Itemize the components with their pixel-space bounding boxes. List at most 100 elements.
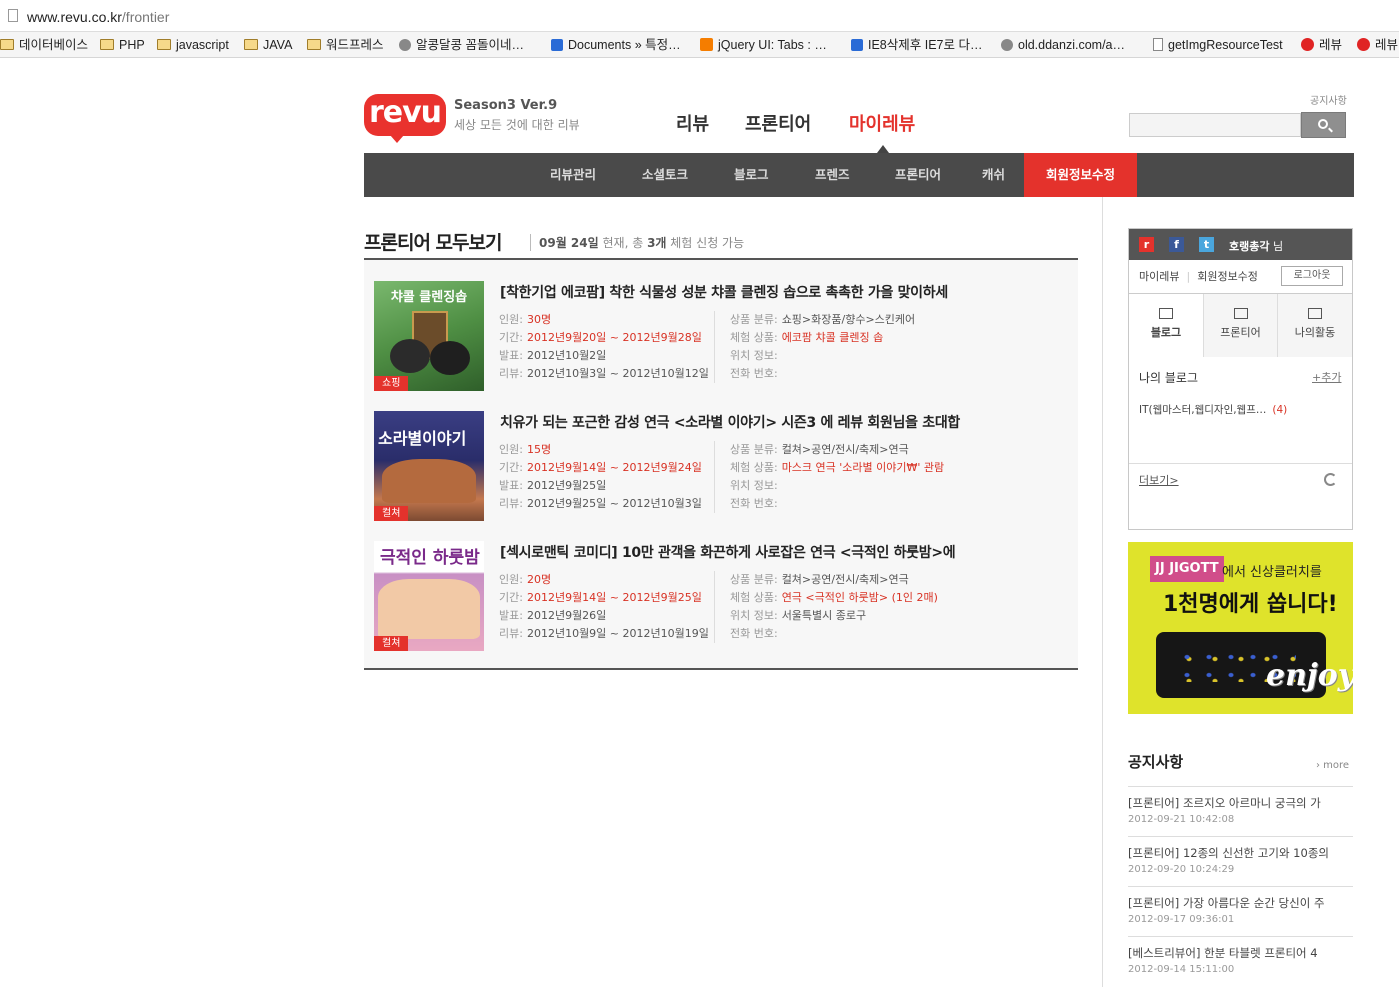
logout-button[interactable]: 로그아웃: [1281, 266, 1343, 286]
tab-frontier[interactable]: 프론티어: [1203, 294, 1277, 357]
bookmarks-bar: 데이터베이스 PHP javascript JAVA 워드프레스 알콩달콩 꼼돌…: [0, 32, 1399, 58]
subnav-blog[interactable]: 블로그: [734, 153, 769, 197]
revu-icon: [1301, 38, 1314, 52]
item-details-left: 인원: 20명 기간: 2012년9월14일 ~ 2012년9월25일 발표: 201…: [499, 571, 715, 643]
bookmark-item[interactable]: 레뷰: [1301, 36, 1342, 54]
tab-my-activity[interactable]: 나의활동: [1277, 294, 1352, 357]
bookmark-item[interactable]: IE8삭제후 IE7로 다…: [851, 36, 982, 54]
add-blog-button[interactable]: +추가: [1312, 369, 1341, 385]
page-subtitle: 09월 24일 현재, 총 3개 체험 신청 가능: [530, 234, 744, 251]
site-icon: [851, 38, 863, 51]
bookmark-item[interactable]: PHP: [100, 36, 145, 54]
bookmark-item[interactable]: getImgResourceTest: [1153, 36, 1283, 54]
frontier-item: 소라별이야기 컬쳐 치유가 되는 포근한 감성 연극 <소라별 이야기> 시즌3…: [364, 390, 1078, 521]
item-details-right: 상품 분류: 컬쳐>공연/전시/축제>연극 체험 상품: 마스크 연극 '소라별 이…: [730, 443, 945, 510]
bookmark-item[interactable]: JAVA: [244, 36, 292, 54]
subnav-review-manage[interactable]: 리뷰관리: [550, 153, 596, 197]
blogger-icon: [700, 38, 713, 52]
folder-icon: [157, 39, 171, 51]
notice-item[interactable]: [프론티어] 가장 아름다운 순간 당신이 주 2012-09-17 09:36:…: [1128, 886, 1353, 936]
sidebar-tabs: 블로그 프론티어 나의활동: [1129, 293, 1352, 357]
user-box-header: r f t 호랭총각 님: [1129, 229, 1352, 260]
item-details-right: 상품 분류: 컬쳐>공연/전시/축제>연극 체험 상품: 연극 <극적인 하룻밤> …: [730, 573, 938, 640]
category-badge: 컬쳐: [374, 636, 409, 651]
notice-item[interactable]: [베스트리뷰어] 한분 타블렛 프론티어 4 2012-09-14 15:11:0…: [1128, 936, 1353, 986]
page-icon: [8, 9, 18, 22]
bookmark-item[interactable]: Documents » 특정…: [551, 36, 681, 54]
revu-logo[interactable]: revu: [364, 94, 446, 143]
bookmark-item[interactable]: 데이터베이스: [0, 36, 88, 54]
more-link[interactable]: 더보기>: [1139, 472, 1179, 488]
tagline: 세상 모든 것에 대한 리뷰: [454, 118, 580, 132]
item-thumbnail[interactable]: 극적인 하룻밤 컬쳐: [374, 541, 484, 651]
bookmark-item[interactable]: 워드프레스: [307, 36, 384, 54]
list-icon: [1308, 308, 1322, 319]
chat-icon: [1233, 308, 1248, 319]
nav-review[interactable]: 리뷰: [676, 110, 709, 136]
user-box-footer: [1129, 463, 1352, 464]
page-icon: [1153, 38, 1163, 52]
notice-title: 공지사항: [1128, 753, 1184, 771]
notice-more-link[interactable]: › more: [1316, 760, 1349, 771]
twitter-icon[interactable]: t: [1199, 237, 1214, 252]
search-input[interactable]: [1129, 113, 1301, 137]
site-icon: [551, 38, 563, 51]
banner-brand: JJ JIGOTT: [1150, 556, 1224, 582]
folder-icon: [0, 39, 14, 51]
bookmark-item[interactable]: javascript: [157, 36, 229, 54]
item-title[interactable]: [착한기업 에코팜] 착한 식물성 성분 챠콜 클렌징 솝으로 촉촉한 가을 맞…: [500, 282, 948, 302]
folder-icon: [307, 39, 321, 51]
refresh-icon[interactable]: [1324, 473, 1337, 486]
item-thumbnail[interactable]: 챠콜 클렌징솝 쇼핑: [374, 281, 484, 391]
address-bar[interactable]: www.revu.co.kr/frontier: [0, 0, 1399, 32]
laptop-icon: [1159, 308, 1173, 319]
search-icon: [1318, 119, 1328, 129]
item-details-right: 상품 분류: 쇼핑>화장품/향수>스킨케어 체험 상품: 에코팜 챠콜 클렌징 솝 …: [730, 313, 916, 380]
notice-link[interactable]: 공지사항: [1310, 92, 1347, 107]
tab-blog[interactable]: 블로그: [1129, 294, 1203, 357]
revu-icon[interactable]: r: [1139, 237, 1154, 252]
revu-icon: [1357, 38, 1370, 52]
link-member-edit[interactable]: 회원정보수정: [1197, 270, 1258, 283]
notice-item[interactable]: [프론티어] 조르지오 아르마니 궁극의 가 2012-09-21 10:42:0…: [1128, 786, 1353, 836]
item-thumbnail[interactable]: 소라별이야기 컬쳐: [374, 411, 484, 521]
search-button[interactable]: [1301, 112, 1346, 138]
frontier-list: 챠콜 클렌징솝 쇼핑 [착한기업 에코팜] 착한 식물성 성분 챠콜 클렌징 솝…: [364, 258, 1078, 670]
subnav-friends[interactable]: 프렌즈: [815, 153, 850, 197]
bookmark-item[interactable]: 알콩달콩 꼼돌이네…: [399, 36, 524, 54]
category-badge: 쇼핑: [374, 376, 409, 391]
frontier-item: 챠콜 클렌징솝 쇼핑 [착한기업 에코팜] 착한 식물성 성분 챠콜 클렌징 솝…: [364, 260, 1078, 391]
user-links: 마이레뷰 | 회원정보수정: [1139, 270, 1258, 283]
notice-item[interactable]: [프론티어] 12종의 신선한 고기와 10종의 2012-09-20 10:24…: [1128, 836, 1353, 886]
subnav-cash[interactable]: 캐쉬: [982, 153, 1005, 197]
version-label: Season3 Ver.9: [454, 98, 558, 113]
item-title[interactable]: 치유가 되는 포근한 감성 연극 <소라별 이야기> 시즌3 에 레뷰 회원님을…: [500, 412, 960, 432]
site-icon: [399, 38, 411, 51]
sidebar-divider: [1102, 197, 1103, 987]
nav-frontier[interactable]: 프론티어: [745, 110, 811, 136]
nav-myreview[interactable]: 마이레뷰: [849, 110, 915, 136]
banner-slogan: enjoy: [1266, 658, 1353, 693]
site-icon: [1001, 38, 1013, 51]
banner-line1: 에서 신상클러치를: [1222, 565, 1322, 580]
facebook-icon[interactable]: f: [1169, 237, 1184, 252]
blog-category[interactable]: IT(웹마스터,웹디자인,웹프… (4): [1139, 402, 1287, 417]
item-title[interactable]: [섹시로맨틱 코미디] 10만 관객을 화끈하게 사로잡은 연극 <극적인 하룻…: [500, 542, 956, 562]
link-myreview[interactable]: 마이레뷰: [1139, 270, 1179, 283]
user-name: 호랭총각 님: [1229, 240, 1284, 253]
ad-banner[interactable]: JJ JIGOTT 에서 신상클러치를 1천명에게 쏩니다! enjoy: [1128, 542, 1353, 714]
bookmark-item[interactable]: jQuery UI: Tabs : …: [700, 36, 827, 54]
page-title: 프론티어 모두보기: [364, 232, 502, 254]
subnav-social-talk[interactable]: 소셜토크: [642, 153, 688, 197]
item-details-left: 인원: 30명 기간: 2012년9월20일 ~ 2012년9월28일 발표: 201…: [499, 311, 715, 383]
subnav-member-edit[interactable]: 회원정보수정: [1024, 153, 1137, 197]
frontier-item: 극적인 하룻밤 컬쳐 [섹시로맨틱 코미디] 10만 관객을 화끈하게 사로잡은…: [364, 520, 1078, 651]
bookmark-item[interactable]: old.ddanzi.com/a…: [1001, 36, 1125, 54]
folder-icon: [244, 39, 258, 51]
subnav-frontier[interactable]: 프론티어: [895, 153, 941, 197]
user-box: r f t 호랭총각 님 마이레뷰 | 회원정보수정 로그아웃 블로그 프론티어 나…: [1128, 228, 1353, 530]
bookmark-item[interactable]: 레뷰: [1357, 36, 1398, 54]
banner-headline: 1천명에게 쏩니다!: [1163, 592, 1338, 617]
url-text[interactable]: www.revu.co.kr/frontier: [27, 9, 169, 25]
category-badge: 컬쳐: [374, 506, 409, 521]
